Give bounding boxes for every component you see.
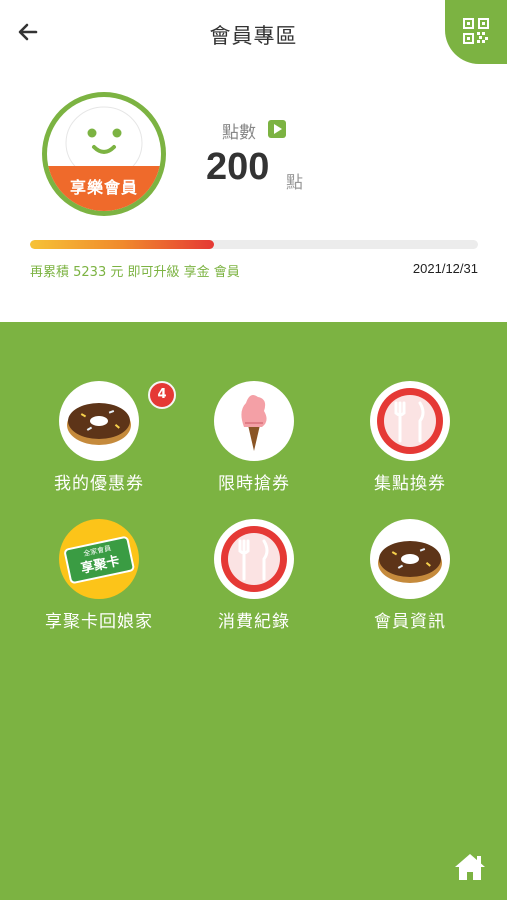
menu-item-flash-coupons[interactable]: 限時搶券 xyxy=(184,381,324,501)
member-tier-avatar: 享樂會員 xyxy=(42,92,166,216)
mascot-face-icon xyxy=(65,106,143,171)
donut-icon xyxy=(59,381,139,461)
menu-label: 集點換券 xyxy=(374,474,446,494)
qr-code-button[interactable] xyxy=(445,0,507,64)
ice-cream-icon xyxy=(214,381,294,461)
menu-label: 享聚卡回娘家 xyxy=(45,612,153,632)
menu-label: 我的優惠券 xyxy=(54,474,144,494)
top-bar: 會員專區 xyxy=(0,0,507,66)
upgrade-progress-bar xyxy=(30,240,478,249)
points-unit: 點 xyxy=(286,173,303,193)
menu-item-member-info[interactable]: 會員資訊 xyxy=(340,519,480,639)
upgrade-hint-text: 再累積 5233 元 即可升級 享金 會員 xyxy=(30,265,240,280)
menu-item-card-return[interactable]: 全家會員 享聚卡 享聚卡回娘家 xyxy=(29,519,169,639)
home-icon[interactable] xyxy=(453,852,487,882)
points-value: 200 xyxy=(206,146,270,188)
plate-cutlery-icon xyxy=(370,381,450,461)
tier-label: 享樂會員 xyxy=(69,178,138,197)
qr-code-icon xyxy=(463,18,489,44)
points-label: 點數 xyxy=(222,123,256,143)
menu-item-purchase-history[interactable]: 消費紀錄 xyxy=(184,519,324,639)
menu-label: 會員資訊 xyxy=(374,612,446,632)
coupon-count-badge: 4 xyxy=(148,381,176,409)
card-icon: 全家會員 享聚卡 xyxy=(59,519,139,599)
plate-cutlery-icon xyxy=(214,519,294,599)
upgrade-progress-fill xyxy=(30,240,214,249)
page-title: 會員專區 xyxy=(209,24,298,48)
menu-item-redeem-points[interactable]: 集點換券 xyxy=(340,381,480,501)
donut-icon xyxy=(370,519,450,599)
play-icon[interactable] xyxy=(268,120,286,138)
expire-date: 2021/12/31 xyxy=(412,261,478,276)
menu-label: 限時搶券 xyxy=(218,474,290,494)
menu-label: 消費紀錄 xyxy=(218,612,290,632)
